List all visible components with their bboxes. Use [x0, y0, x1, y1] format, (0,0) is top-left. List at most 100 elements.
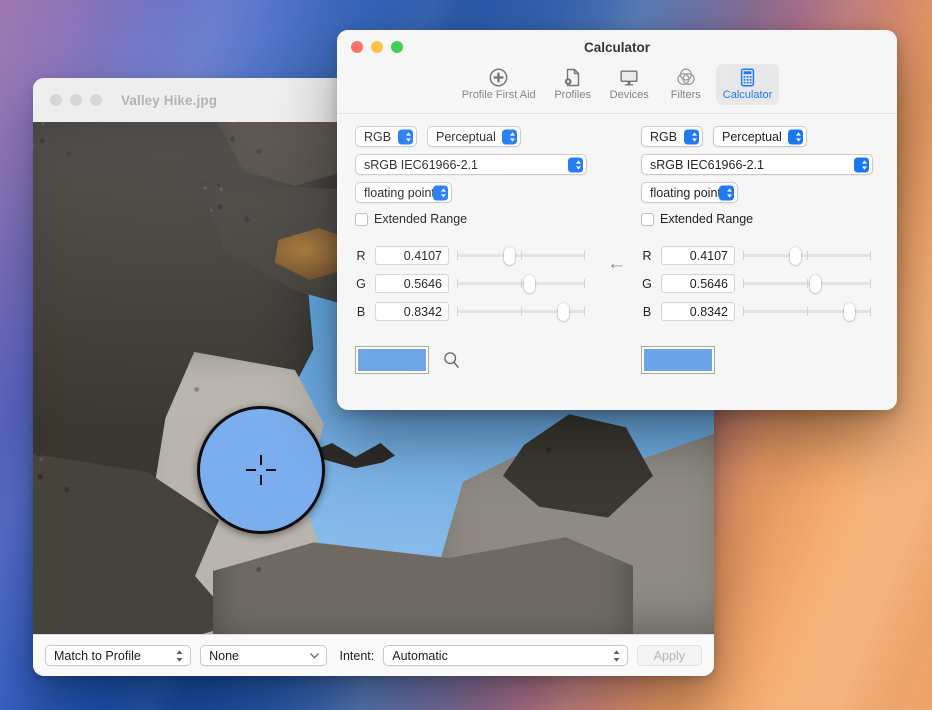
chevron-updown-icon — [441, 187, 446, 198]
slider-tick-max — [584, 307, 585, 316]
left-extended-range-row[interactable]: Extended Range — [355, 212, 587, 226]
slider-tick-max — [584, 251, 585, 260]
profile-document-icon — [562, 66, 583, 88]
slider-tick-mid — [521, 279, 522, 288]
right-g-value: 0.5646 — [689, 276, 728, 291]
channel-letter: G — [642, 276, 652, 291]
slider-tick-max — [584, 279, 585, 288]
chevron-updown-icon — [862, 159, 867, 170]
right-colorspace-popup[interactable]: RGB — [641, 126, 703, 147]
slider-thumb[interactable] — [844, 302, 856, 321]
left-colorspace-popup[interactable]: RGB — [355, 126, 417, 147]
left-extended-range-label: Extended Range — [374, 212, 468, 226]
right-colorspace-value: RGB — [650, 129, 678, 144]
slider-thumb[interactable] — [504, 246, 516, 265]
slider-thumb[interactable] — [523, 274, 535, 293]
right-b-field[interactable]: 0.8342 — [661, 302, 735, 321]
photo-window-toolbar[interactable]: Match to Profile None Intent: Automatic — [33, 634, 714, 676]
tab-profiles[interactable]: Profiles — [547, 64, 599, 105]
apply-label: Apply — [653, 648, 685, 663]
tab-label: Filters — [670, 89, 701, 101]
slider-tick-min — [743, 307, 744, 316]
tab-label: Devices — [609, 89, 649, 101]
left-b-field[interactable]: 0.8342 — [375, 302, 449, 321]
tab-calculator[interactable]: Calculator — [715, 64, 780, 105]
right-extended-range-checkbox[interactable] — [641, 212, 654, 226]
colorsync-toolbar[interactable]: Profile First Aid Profiles Devices Filte… — [337, 64, 897, 114]
chevron-updown-icon — [727, 187, 732, 198]
intent-popup[interactable]: Automatic — [383, 645, 628, 666]
slider-thumb[interactable] — [558, 302, 570, 321]
right-extended-range-row[interactable]: Extended Range — [641, 212, 873, 226]
slider-tick-min — [743, 251, 744, 260]
left-g-field[interactable]: 0.5646 — [375, 274, 449, 293]
intent-label: Intent: — [339, 648, 375, 663]
right-channel-b: B 0.8342 — [641, 302, 873, 321]
tab-label: Profile First Aid — [461, 89, 536, 101]
tab-profile-first-aid[interactable]: Profile First Aid — [455, 64, 543, 105]
left-profile-value: sRGB IEC61966-2.1 — [364, 157, 478, 172]
colorsync-titlebar[interactable]: Calculator — [337, 30, 897, 64]
left-profile-row: sRGB IEC61966-2.1 — [355, 154, 587, 175]
left-space-row: RGB Perceptual — [355, 126, 587, 147]
source-color-swatch[interactable] — [355, 346, 429, 374]
right-intent-value: Perceptual — [722, 129, 782, 144]
right-datatype-value: floating point — [650, 185, 721, 200]
tab-filters[interactable]: Filters — [660, 64, 712, 105]
left-channels: R 0.4107 G 0.5646 B 0.8342 — [355, 246, 587, 321]
right-space-row: RGB Perceptual — [641, 126, 873, 147]
right-datatype-popup[interactable]: floating point — [641, 182, 738, 203]
first-aid-icon — [488, 66, 509, 88]
left-intent-value: Perceptual — [436, 129, 496, 144]
match-mode-value: Match to Profile — [54, 648, 141, 663]
right-channel-g: G 0.5646 — [641, 274, 873, 293]
intent-value: Automatic — [392, 648, 448, 663]
tab-devices[interactable]: Devices — [603, 64, 656, 105]
match-mode-popup[interactable]: Match to Profile — [45, 645, 192, 666]
left-intent-popup[interactable]: Perceptual — [427, 126, 521, 147]
left-extended-range-checkbox[interactable] — [355, 212, 368, 226]
left-datatype-value: floating point — [364, 185, 435, 200]
colorsync-calculator-window[interactable]: Calculator Profile First Aid Profiles De… — [337, 30, 897, 410]
right-g-slider[interactable] — [743, 274, 871, 293]
left-b-slider[interactable] — [457, 302, 585, 321]
left-b-value: 0.8342 — [403, 304, 442, 319]
apply-button[interactable]: Apply — [636, 645, 702, 666]
transfer-direction-arrow[interactable]: ← — [607, 254, 626, 273]
left-r-field[interactable]: 0.4107 — [375, 246, 449, 265]
slider-thumb[interactable] — [790, 246, 802, 265]
left-datatype-row: floating point — [355, 182, 587, 203]
profile-pulldown[interactable]: None — [200, 645, 327, 666]
slider-tick-mid — [521, 307, 522, 316]
left-channel-b: B 0.8342 — [355, 302, 587, 321]
slider-thumb[interactable] — [809, 274, 821, 293]
channel-letter: G — [356, 276, 366, 291]
venn-filters-icon — [675, 66, 697, 88]
chevron-updown-icon — [576, 159, 581, 170]
left-datatype-popup[interactable]: floating point — [355, 182, 452, 203]
chevron-updown-icon — [176, 649, 183, 662]
right-r-slider[interactable] — [743, 246, 871, 265]
right-profile-row: sRGB IEC61966-2.1 — [641, 154, 873, 175]
left-r-value: 0.4107 — [403, 248, 442, 263]
chevron-updown-icon — [692, 131, 697, 142]
destination-color-swatch[interactable] — [641, 346, 715, 374]
color-loupe[interactable] — [197, 406, 325, 534]
chevron-updown-icon — [510, 131, 515, 142]
slider-tick-min — [743, 279, 744, 288]
left-profile-popup[interactable]: sRGB IEC61966-2.1 — [355, 154, 587, 175]
right-profile-popup[interactable]: sRGB IEC61966-2.1 — [641, 154, 873, 175]
magnifier-icon[interactable] — [443, 351, 460, 374]
left-r-slider[interactable] — [457, 246, 585, 265]
right-b-slider[interactable] — [743, 302, 871, 321]
right-g-field[interactable]: 0.5646 — [661, 274, 735, 293]
left-g-slider[interactable] — [457, 274, 585, 293]
left-channel-g: G 0.5646 — [355, 274, 587, 293]
slider-tick-max — [870, 307, 871, 316]
right-intent-popup[interactable]: Perceptual — [713, 126, 807, 147]
channel-letter: B — [356, 304, 366, 319]
chevron-updown-icon — [613, 649, 620, 662]
desktop-background: Valley Hike.jpg Match to Profile None In… — [0, 0, 932, 710]
right-r-field[interactable]: 0.4107 — [661, 246, 735, 265]
right-channels: R 0.4107 G 0.5646 B 0.8342 — [641, 246, 873, 321]
